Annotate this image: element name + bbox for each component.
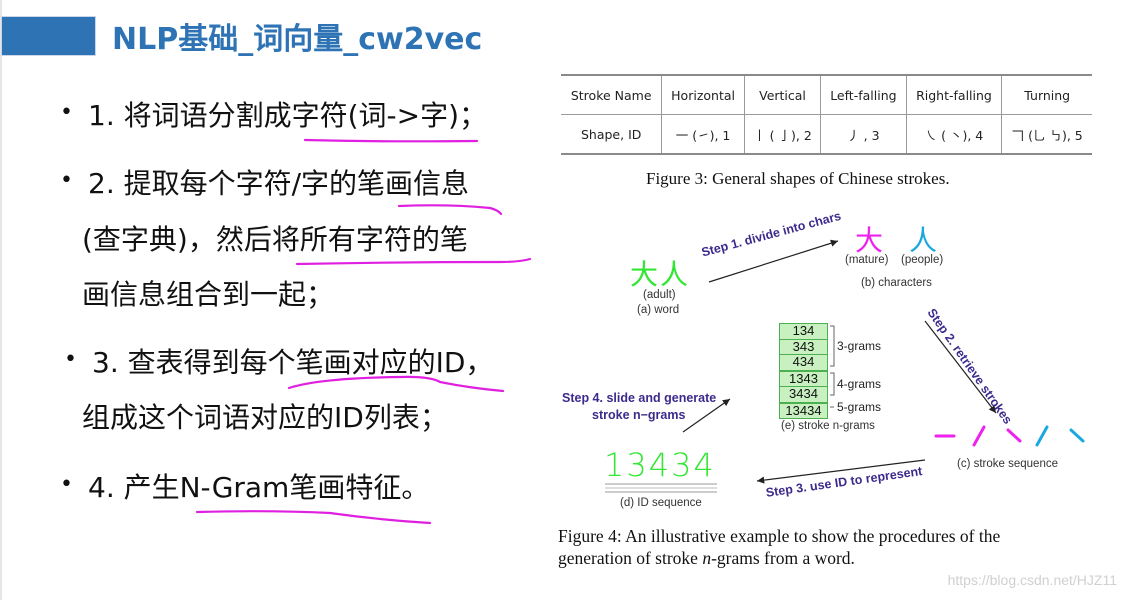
ngram-group-3: 3-grams [837, 339, 882, 353]
figure-4-caption-line-1: Figure 4: An illustrative example to sho… [558, 526, 1001, 546]
watermark: https://blog.csdn.net/HJZ11 [947, 572, 1117, 588]
figure-4-caption-line-2: generation of stroke n-grams from a word… [558, 548, 855, 569]
stroke-left-falling-1 [972, 425, 986, 447]
step-4-label-line-2: stroke n−grams [592, 408, 686, 422]
ngram-cell: 13434 [780, 402, 827, 419]
ngrams-label: (e) stroke n-grams [781, 420, 875, 432]
stroke-right-falling-1 [1006, 428, 1022, 443]
id-sequence-label: (d) ID sequence [620, 497, 702, 509]
ngram-cell: 134 [780, 323, 827, 340]
stroke-right-falling-2 [1069, 428, 1085, 443]
id-sequence-value: 13434 [604, 446, 716, 484]
stroke-left-falling-2 [1035, 425, 1049, 447]
stroke-sequence-label: (c) stroke sequence [957, 458, 1058, 470]
caption-italic-n: n [702, 548, 712, 568]
ngram-group-5: 5-grams [837, 400, 882, 414]
ngram-cell: 3434 [780, 386, 827, 403]
step-4-label-line-1: Step 4. slide and generate [562, 391, 717, 405]
caption-text: -grams from a word. [711, 548, 855, 568]
ngram-group-4: 4-grams [837, 377, 882, 391]
diagram-arrows [605, 239, 1085, 493]
ngram-cell: 1343 [780, 370, 827, 387]
ngram-cell: 343 [780, 339, 827, 355]
bracket-3grams [830, 325, 835, 367]
bracket-4grams [830, 372, 835, 396]
ngram-table: 134 343 434 1343 3434 13434 [779, 323, 828, 419]
ngram-cell: 434 [780, 354, 827, 371]
caption-text: generation of stroke [558, 548, 703, 568]
